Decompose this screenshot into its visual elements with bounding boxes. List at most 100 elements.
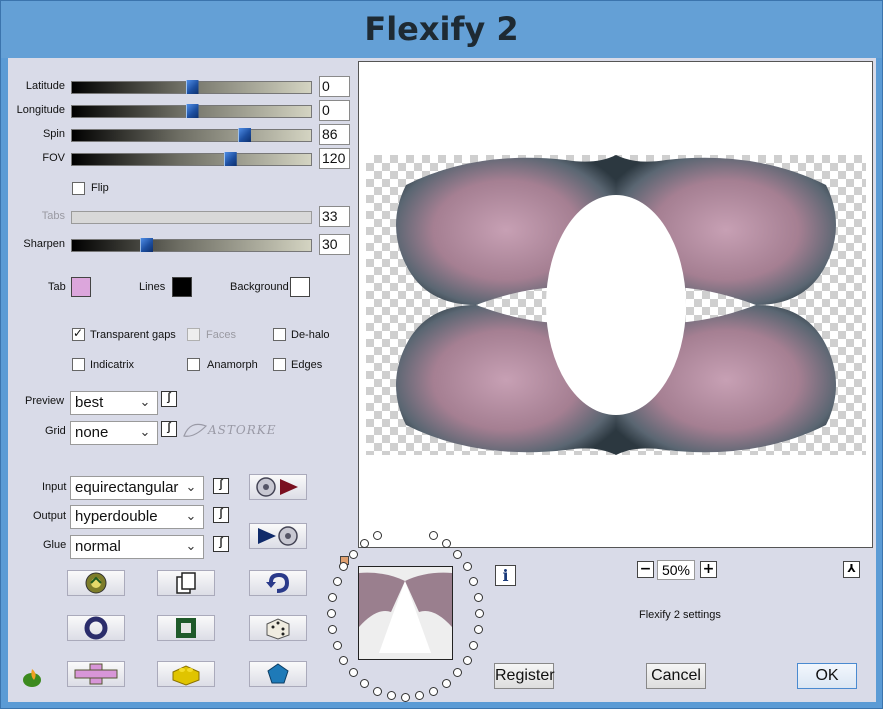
orbit-dot[interactable] — [469, 641, 479, 651]
undo-button[interactable] — [249, 570, 307, 596]
edges-checkbox[interactable] — [273, 358, 286, 371]
cross-grid-icon — [74, 663, 118, 685]
orbit-dot[interactable] — [328, 625, 338, 635]
lego-brick-icon — [172, 665, 200, 686]
cancel-button[interactable]: Cancel — [646, 663, 706, 689]
gear-icon — [85, 572, 107, 594]
slider-latitude[interactable] — [71, 80, 312, 94]
grid-select[interactable]: none ⌄ — [70, 421, 158, 445]
input-select[interactable]: equirectangular ⌄ — [70, 476, 204, 500]
output-select-value: hyperdouble — [75, 508, 158, 525]
play-backward-button[interactable] — [249, 523, 307, 549]
copy-button[interactable] — [157, 570, 215, 596]
brick-button[interactable] — [157, 661, 215, 687]
orbit-dot[interactable] — [332, 576, 342, 586]
orbit-dot[interactable] — [359, 539, 369, 549]
navigator-thumbnail[interactable] — [358, 566, 453, 660]
slider-thumb[interactable] — [238, 128, 252, 142]
frame-button[interactable] — [157, 615, 215, 641]
frame-square-icon — [176, 618, 196, 638]
indicatrix-checkbox[interactable] — [72, 358, 85, 371]
register-button[interactable]: Register — [494, 663, 555, 689]
de-halo-checkbox[interactable] — [273, 328, 286, 341]
glue-select[interactable]: normal ⌄ — [70, 535, 204, 559]
slider-thumb[interactable] — [185, 104, 199, 118]
orbit-dot[interactable] — [462, 655, 472, 665]
slider-label-tabs: Tabs — [41, 210, 65, 222]
flip-label: Flip — [91, 182, 109, 194]
orbit-dot[interactable] — [327, 609, 336, 618]
orbit-dot[interactable] — [386, 691, 396, 701]
slider-label-longitude: Longitude — [16, 104, 65, 116]
glue-link-icon[interactable]: ∫ — [213, 536, 229, 552]
background-color-swatch[interactable] — [290, 277, 310, 297]
slider-value-fov[interactable]: 120 — [319, 148, 350, 169]
orbit-dot[interactable] — [372, 686, 382, 696]
lines-color-label: Lines — [139, 281, 166, 293]
watermark-text: ASTORKE — [207, 423, 277, 437]
output-link-icon[interactable]: ∫ — [213, 507, 229, 523]
play-forward-button[interactable] — [249, 474, 307, 500]
slider-longitude[interactable] — [71, 104, 312, 118]
cross-layout-button[interactable] — [67, 661, 125, 687]
orbit-dot[interactable] — [348, 668, 358, 678]
slider-thumb[interactable] — [140, 238, 154, 252]
slider-thumb[interactable] — [223, 152, 237, 166]
slider-value-longitude[interactable]: 0 — [319, 100, 350, 121]
orbit-dot[interactable] — [429, 686, 439, 696]
preview-select[interactable]: best ⌄ — [70, 391, 158, 415]
anamorph-checkbox[interactable] — [187, 358, 200, 371]
ok-button[interactable]: OK — [797, 663, 857, 689]
zoom-in-button[interactable]: + — [700, 561, 717, 578]
orbit-dot[interactable] — [442, 678, 452, 688]
tab-color-swatch[interactable] — [71, 277, 91, 297]
slider-value-tabs[interactable]: 33 — [319, 206, 350, 227]
input-select-value: equirectangular — [75, 479, 179, 496]
zoom-level: 50% — [657, 560, 695, 580]
slider-value-sharpen[interactable]: 30 — [319, 234, 350, 255]
orbit-dot[interactable] — [328, 592, 338, 602]
flip-checkbox[interactable] — [72, 182, 85, 195]
faces-checkbox[interactable] — [187, 328, 200, 341]
ring-button[interactable] — [67, 615, 125, 641]
orbit-dot[interactable] — [339, 562, 349, 572]
slider-thumb[interactable] — [185, 80, 199, 94]
lines-color-swatch[interactable] — [172, 277, 192, 297]
orbit-dot[interactable] — [462, 562, 472, 572]
input-link-icon[interactable]: ∫ — [213, 478, 229, 494]
orbit-dot[interactable] — [348, 549, 358, 559]
zoom-out-button[interactable]: − — [637, 561, 654, 578]
orbit-dot[interactable] — [359, 678, 369, 688]
orbit-dot[interactable] — [401, 693, 410, 702]
orbit-dot[interactable] — [473, 625, 483, 635]
transparent-gaps-label: Transparent gaps — [90, 329, 176, 341]
output-label: Output — [33, 510, 67, 522]
orbit-dot[interactable] — [469, 576, 479, 586]
randomize-gear-button[interactable] — [67, 570, 125, 596]
slider-spin[interactable] — [71, 128, 312, 142]
preview-link-icon[interactable]: ∫ — [161, 391, 177, 407]
preview-pane[interactable] — [358, 61, 873, 548]
orbit-dot[interactable] — [339, 655, 349, 665]
orbit-dot[interactable] — [453, 668, 463, 678]
orbit-dot[interactable] — [332, 641, 342, 651]
copy-pages-icon — [176, 572, 196, 594]
orbit-dot[interactable] — [415, 691, 425, 701]
transparent-gaps-checkbox[interactable] — [72, 326, 85, 341]
grid-link-icon[interactable]: ∫ — [161, 421, 177, 437]
dice-button[interactable] — [249, 615, 307, 641]
slider-tabs[interactable] — [71, 211, 312, 224]
info-icon[interactable]: i — [495, 565, 516, 586]
slider-fov[interactable] — [71, 152, 312, 166]
slider-value-latitude[interactable]: 0 — [319, 76, 350, 97]
corner-toggle-icon[interactable]: ⅄ — [843, 561, 860, 578]
orbit-dot[interactable] — [473, 592, 483, 602]
orbit-dot[interactable] — [453, 549, 463, 559]
slider-value-spin[interactable]: 86 — [319, 124, 350, 145]
orbit-dot[interactable] — [475, 609, 484, 618]
slider-sharpen[interactable] — [71, 238, 312, 252]
output-select[interactable]: hyperdouble ⌄ — [70, 505, 204, 529]
pentagon-button[interactable] — [249, 661, 307, 687]
pentagon-icon — [267, 663, 289, 684]
input-label: Input — [42, 481, 67, 493]
